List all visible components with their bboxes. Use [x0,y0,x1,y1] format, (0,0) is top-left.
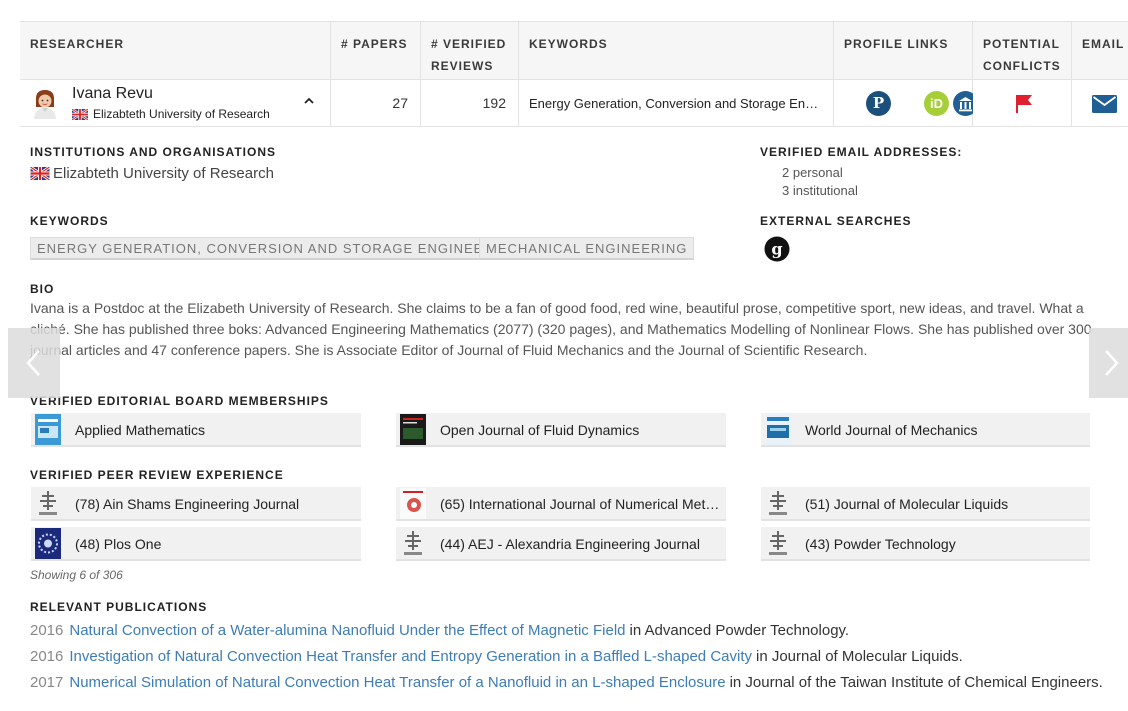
journal-cover-icon [35,414,61,445]
editorial-journal-label: World Journal of Mechanics [805,422,978,438]
next-arrow-button[interactable] [1089,328,1128,398]
review-card[interactable]: (78) Ain Shams Engineering Journal [31,487,361,521]
publication-item: 2017 Numerical Simulation of Natural Conv… [30,674,1105,691]
avatar [34,90,56,119]
col-header-potential-conflicts[interactable]: POTENTIAL CONFLICTS [973,22,1072,80]
papers-count: 27 [392,95,408,111]
bio-heading: BIO [30,282,55,296]
researcher-name[interactable]: Ivana Revu [72,85,153,103]
publication-venue: in Journal of Molecular Liquids. [756,648,963,665]
col-header-verified-reviews[interactable]: # VERIFIED REVIEWS [421,22,519,80]
editorial-card[interactable]: World Journal of Mechanics [761,413,1090,447]
elsevier-logo-icon [35,488,61,519]
publications-heading: RELEVANT PUBLICATIONS [30,600,208,614]
elsevier-logo-icon [765,528,791,559]
researcher-cell[interactable]: Ivana Revu Elizabteth University of Rese… [20,80,331,127]
envelope-icon[interactable] [1092,95,1117,113]
publication-link[interactable]: Investigation of Natural Convection Heat… [69,648,752,665]
orcid-icon[interactable]: iD [924,91,949,116]
review-journal-label: (65) International Journal of Numerical … [440,496,725,512]
journal-cover-icon [400,414,426,445]
institution-label: Elizabteth University of Research [53,165,274,182]
email-cell [1072,80,1128,127]
review-card[interactable]: (51) Journal of Molecular Liquids [761,487,1090,521]
svg-text:g: g [771,240,782,259]
chevron-left-icon [26,350,40,376]
keywords-value: Energy Generation, Conversion and Storag… [529,96,819,111]
bio-text: Ivana is a Postdoc at the Elizabeth Univ… [30,300,1092,358]
journal-cover-icon [765,414,791,445]
editorial-journal-label: Applied Mathematics [75,422,205,438]
publication-year: 2016 [30,648,64,665]
review-journal-label: (43) Powder Technology [805,536,956,552]
publication-year: 2017 [30,674,64,691]
reviews-cell: 192 [421,80,519,127]
review-card[interactable]: (44) AEJ - Alexandria Engineering Journa… [396,527,726,561]
publication-venue: in Advanced Powder Technology. [629,622,850,639]
researcher-institution-label: Elizabteth University of Research [93,107,270,121]
journal-cover-icon [400,488,426,519]
conflicts-cell [973,80,1072,127]
review-journal-label: (48) Plos One [75,536,162,552]
editorial-card[interactable]: Open Journal of Fluid Dynamics [396,413,726,447]
review-journal-label: (51) Journal of Molecular Liquids [805,496,1009,512]
col-header-papers[interactable]: # PAPERS [331,22,421,80]
review-journal-label: (44) AEJ - Alexandria Engineering Journa… [440,536,700,552]
prev-arrow-button[interactable] [8,328,60,398]
review-card[interactable]: (65) International Journal of Numerical … [396,487,726,521]
publication-item: 2016 Natural Convection of a Water-alumin… [30,622,1105,639]
verified-reviews-count: 192 [482,95,506,111]
chevron-up-icon[interactable] [302,94,316,108]
keywords-heading: KEYWORDS [30,214,109,228]
institutions-heading: INSTITUTIONS AND ORGANISATIONS [30,145,276,159]
elsevier-logo-icon [765,488,791,519]
researcher-institution: Elizabteth University of Research [72,107,270,121]
col-header-keywords[interactable]: KEYWORDS [519,22,834,80]
flag-icon[interactable] [1015,94,1033,113]
uk-flag-icon [30,167,50,180]
publication-venue: in Journal of the Taiwan Institute of Ch… [729,674,1103,691]
publication-link[interactable]: Natural Convection of a Water-alumina Na… [69,622,625,639]
institution-entry[interactable]: Elizabteth University of Research [30,165,274,182]
keyword-chip[interactable]: MECHANICAL ENGINEERING [479,237,695,260]
external-searches-heading: EXTERNAL SEARCHES [760,214,912,228]
editorial-card[interactable]: Applied Mathematics [31,413,361,447]
keywords-cell: Energy Generation, Conversion and Storag… [519,80,834,127]
publication-item: 2016 Investigation of Natural Convection … [30,648,1105,665]
showing-count: Showing 6 of 306 [30,568,123,582]
papers-cell: 27 [331,80,421,127]
keyword-chip[interactable]: ENERGY GENERATION, CONVERSION AND STORAG… [30,237,527,260]
elsevier-logo-icon [400,528,426,559]
researcher-table: RESEARCHER # PAPERS # VERIFIED REVIEWS K… [20,21,1128,127]
publons-icon[interactable]: P [866,91,891,116]
publication-link[interactable]: Numerical Simulation of Natural Convecti… [69,674,725,691]
publication-year: 2016 [30,622,64,639]
peer-review-heading: VERIFIED PEER REVIEW EXPERIENCE [30,468,284,482]
profile-links-cell: P iD [834,80,978,127]
plos-logo-icon [35,528,61,559]
review-journal-label: (78) Ain Shams Engineering Journal [75,496,300,512]
personal-emails[interactable]: 2 personal [782,165,843,180]
editorial-journal-label: Open Journal of Fluid Dynamics [440,422,640,438]
review-card[interactable]: (48) Plos One [31,527,361,561]
institutional-emails[interactable]: 3 institutional [782,183,858,198]
google-scholar-icon[interactable]: g [764,236,790,262]
col-header-researcher[interactable]: RESEARCHER [20,22,331,80]
editorial-heading: VERIFIED EDITORIAL BOARD MEMBERSHIPS [30,394,329,408]
uk-flag-icon [72,108,88,120]
chevron-right-icon [1105,350,1119,376]
emails-heading: VERIFIED EMAIL ADDRESSES: [760,145,963,159]
col-header-email[interactable]: EMAIL [1072,22,1128,80]
col-header-profile-links[interactable]: PROFILE LINKS [834,22,973,80]
review-card[interactable]: (43) Powder Technology [761,527,1090,561]
